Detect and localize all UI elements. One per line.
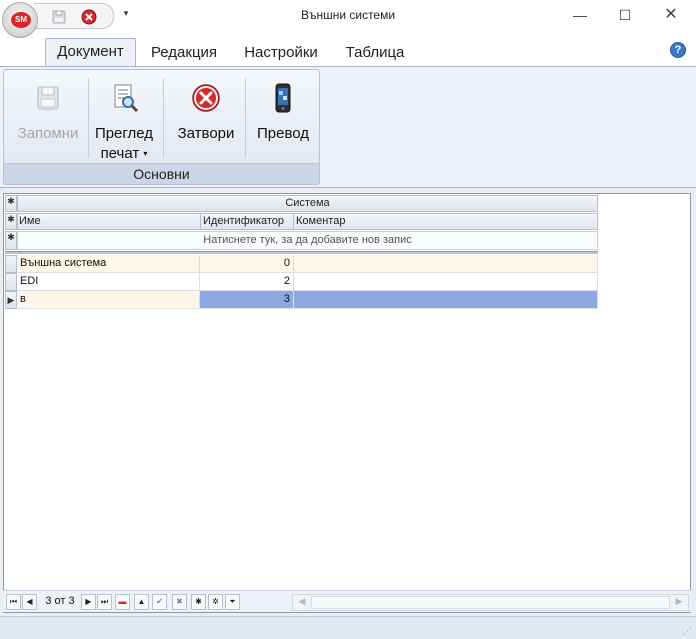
minimize-button[interactable]: —	[566, 4, 594, 26]
tab-document[interactable]: Документ	[45, 38, 136, 66]
print-preview-label-line2: печат	[100, 145, 140, 162]
floppy-icon	[37, 86, 59, 110]
first-record-button[interactable]: ⏮	[6, 594, 21, 610]
table-cell-comment[interactable]	[294, 291, 598, 309]
scroll-thumb[interactable]	[311, 596, 670, 609]
current-row-indicator-icon[interactable]: ▶	[5, 291, 17, 309]
ribbon-separator	[163, 78, 164, 158]
horizontal-scrollbar[interactable]: ◀ ▶	[292, 594, 689, 611]
translate-label: Превод	[256, 125, 310, 142]
table-cell-comment[interactable]	[294, 255, 598, 273]
delete-record-button[interactable]: ▬	[115, 594, 130, 610]
close-window-button[interactable]: ✕	[657, 4, 685, 26]
dropdown-caret-icon: ▾	[143, 149, 148, 159]
column-header-comment[interactable]: Коментар	[293, 213, 598, 230]
prev-record-button[interactable]: ◀	[22, 594, 37, 610]
ribbon-group-caption: Основни	[4, 163, 319, 184]
app-menu-button[interactable]: SM	[2, 2, 38, 38]
append-record-button[interactable]: ✱	[191, 594, 206, 610]
cancel-edit-button[interactable]: ✖	[172, 594, 187, 610]
ribbon-panel: Запомни Преглед печат ▾ Затвори Превод О…	[0, 66, 696, 188]
new-row-indicator-icon[interactable]: ✱	[5, 231, 17, 250]
save-label: Запомни	[17, 125, 79, 142]
table-cell-id[interactable]: 0	[200, 255, 294, 273]
ribbon-tab-bar: Документ Редакция Настройки Таблица ?	[0, 32, 696, 66]
table-cell-id[interactable]: 2	[200, 273, 294, 291]
next-record-button[interactable]: ▶	[81, 594, 96, 610]
tab-table[interactable]: Таблица	[340, 42, 410, 66]
close-button[interactable]: Затвори	[168, 74, 244, 162]
phone-icon	[275, 83, 291, 113]
table-cell-name[interactable]: Външна система	[17, 255, 200, 273]
table-cell-comment[interactable]	[294, 273, 598, 291]
print-preview-label-line1: Преглед	[94, 125, 154, 142]
column-indicator-icon[interactable]: ✱	[5, 213, 17, 230]
maximize-button[interactable]: ☐	[611, 4, 639, 26]
grid-divider	[5, 251, 598, 254]
column-header-id[interactable]: Идентификатор	[200, 213, 294, 230]
new-row-prompt[interactable]: Натиснете тук, за да добавите нов запис	[17, 231, 598, 250]
band-header[interactable]: Система	[17, 195, 598, 212]
table-cell-id[interactable]: 3	[200, 291, 294, 309]
resize-grip-icon[interactable]: ⋰	[683, 626, 693, 636]
table-cell-name[interactable]: в	[17, 291, 200, 309]
row-indicator[interactable]	[5, 255, 17, 273]
row-indicator[interactable]	[5, 273, 17, 291]
record-navigator: ⏮ ◀ 3 от 3 ▶ ⏭ ▬ ▲ ✔ ✖ ✱ ✲ ⏷ ◀ ▶	[3, 590, 691, 612]
save-button[interactable]: Запомни	[8, 74, 88, 162]
print-preview-label: Преглед печат ▾	[88, 124, 160, 164]
last-record-button[interactable]: ⏭	[97, 594, 112, 610]
insert-record-button[interactable]: ✲	[208, 594, 223, 610]
close-icon	[192, 84, 220, 112]
translate-button[interactable]: Превод	[248, 74, 318, 162]
band-indicator-icon[interactable]: ✱	[5, 195, 17, 212]
tab-settings[interactable]: Настройки	[238, 42, 324, 66]
record-count: 3 от 3	[45, 595, 75, 607]
filter-button[interactable]: ⏷	[225, 594, 240, 610]
app-logo-icon: SM	[11, 12, 31, 28]
title-bar: SM ▾ Външни системи — ☐ ✕	[0, 0, 696, 38]
print-preview-icon	[114, 84, 139, 113]
scroll-left-icon[interactable]: ◀	[295, 596, 309, 609]
edit-record-button[interactable]: ▲	[134, 594, 149, 610]
ribbon-separator	[245, 78, 246, 158]
ribbon-group-main: Запомни Преглед печат ▾ Затвори Превод О…	[3, 69, 320, 185]
tab-edit[interactable]: Редакция	[146, 42, 222, 66]
post-edit-button[interactable]: ✔	[152, 594, 167, 610]
status-bar: ⋰	[0, 616, 696, 639]
column-header-name[interactable]: Име	[17, 213, 201, 230]
close-label: Затвори	[177, 125, 235, 142]
help-icon[interactable]: ?	[670, 42, 686, 58]
table-cell-name[interactable]: EDI	[17, 273, 200, 291]
print-preview-button[interactable]: Преглед печат ▾	[88, 74, 160, 162]
data-grid[interactable]: ✱ Система ✱ Име Идентификатор Коментар ✱…	[3, 193, 691, 613]
scroll-right-icon[interactable]: ▶	[672, 596, 686, 609]
